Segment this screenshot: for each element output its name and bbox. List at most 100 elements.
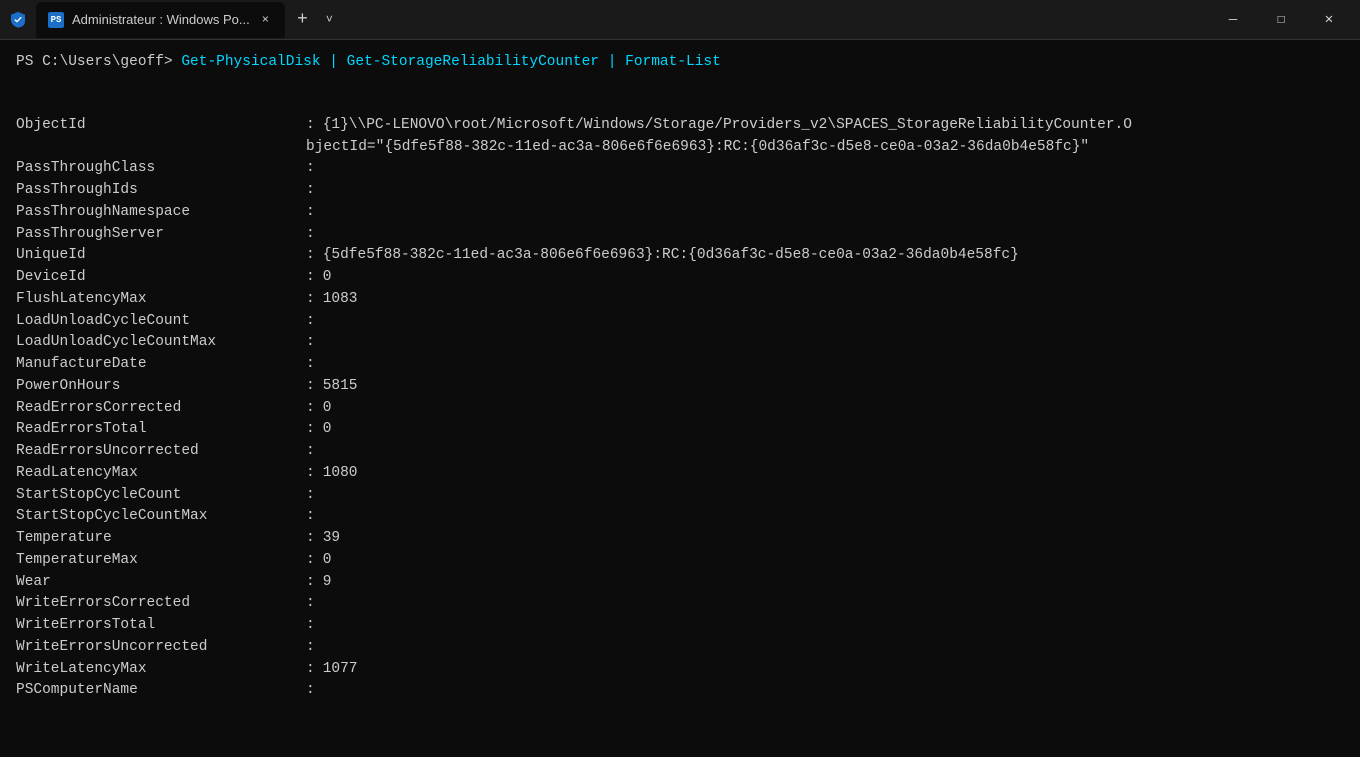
- field-colon: :: [306, 289, 315, 311]
- tab-close-button[interactable]: ×: [258, 11, 273, 29]
- field-value: {5dfe5f88-382c-11ed-ac3a-806e6f6e6963}:R…: [323, 245, 1019, 267]
- field-colon: :: [306, 637, 315, 659]
- active-tab[interactable]: PS Administrateur : Windows Po... ×: [36, 2, 285, 38]
- field-name: ReadLatencyMax: [16, 463, 306, 485]
- field-name: WriteErrorsCorrected: [16, 593, 306, 615]
- field-name: LoadUnloadCycleCountMax: [16, 332, 306, 354]
- field-colon: :: [306, 376, 315, 398]
- field-name: Wear: [16, 572, 306, 594]
- field-colon: :: [306, 202, 315, 224]
- table-row: WriteLatencyMax : 1077: [16, 659, 1344, 681]
- field-name: WriteErrorsUncorrected: [16, 637, 306, 659]
- field-colon: :: [306, 311, 315, 333]
- field-value: 9: [323, 572, 332, 594]
- field-name: ObjectId: [16, 115, 306, 137]
- table-row: Wear : 9: [16, 572, 1344, 594]
- table-row: FlushLatencyMax : 1083: [16, 289, 1344, 311]
- field-name: PSComputerName: [16, 680, 306, 702]
- field-name: DeviceId: [16, 267, 306, 289]
- field-name: StartStopCycleCountMax: [16, 506, 306, 528]
- blank-spacer: [16, 81, 1344, 103]
- field-colon: :: [306, 224, 315, 246]
- field-name: LoadUnloadCycleCount: [16, 311, 306, 333]
- field-name: ReadErrorsUncorrected: [16, 441, 306, 463]
- table-row: PowerOnHours : 5815: [16, 376, 1344, 398]
- terminal-body: PS C:\Users\geoff> Get-PhysicalDisk | Ge…: [0, 40, 1360, 757]
- field-name: TemperatureMax: [16, 550, 306, 572]
- table-row: UniqueId : {5dfe5f88-382c-11ed-ac3a-806e…: [16, 245, 1344, 267]
- field-colon: :: [306, 506, 315, 528]
- field-colon: :: [306, 615, 315, 637]
- tab-label: Administrateur : Windows Po...: [72, 12, 250, 27]
- field-colon: :: [306, 680, 315, 702]
- field-colon: :: [306, 528, 315, 550]
- table-row: LoadUnloadCycleCountMax :: [16, 332, 1344, 354]
- field-colon: :: [306, 245, 315, 267]
- field-value: 39: [323, 528, 340, 550]
- field-name: FlushLatencyMax: [16, 289, 306, 311]
- field-name: StartStopCycleCount: [16, 485, 306, 507]
- field-name: ManufactureDate: [16, 354, 306, 376]
- table-row: PassThroughClass :: [16, 158, 1344, 180]
- prompt-line: PS C:\Users\geoff> Get-PhysicalDisk | Ge…: [16, 52, 1344, 73]
- field-colon: :: [306, 354, 315, 376]
- field-value: {1}\\PC-LENOVO\root/Microsoft/Windows/St…: [323, 115, 1132, 137]
- field-value: 1077: [323, 659, 358, 681]
- field-value: 1083: [323, 289, 358, 311]
- command-text: Get-PhysicalDisk | Get-StorageReliabilit…: [181, 54, 721, 70]
- powershell-tab-icon: PS: [48, 12, 64, 28]
- field-colon: :: [306, 659, 315, 681]
- field-name: PassThroughClass: [16, 158, 306, 180]
- table-row: StartStopCycleCountMax :: [16, 506, 1344, 528]
- field-colon: :: [306, 485, 315, 507]
- field-value: 0: [323, 550, 332, 572]
- table-row: WriteErrorsCorrected :: [16, 593, 1344, 615]
- field-colon: :: [306, 267, 315, 289]
- field-colon: :: [306, 463, 315, 485]
- field-colon: :: [306, 158, 315, 180]
- dropdown-button[interactable]: ˅: [320, 9, 339, 31]
- field-colon: :: [306, 419, 315, 441]
- tab-area: PS Administrateur : Windows Po... × + ˅: [36, 2, 1202, 38]
- field-name: PassThroughServer: [16, 224, 306, 246]
- table-row: LoadUnloadCycleCount :: [16, 311, 1344, 333]
- table-row: ReadErrorsCorrected : 0: [16, 398, 1344, 420]
- table-row: ManufactureDate :: [16, 354, 1344, 376]
- field-name: PassThroughNamespace: [16, 202, 306, 224]
- table-row: TemperatureMax : 0: [16, 550, 1344, 572]
- table-row: StartStopCycleCount :: [16, 485, 1344, 507]
- table-row: PassThroughNamespace :: [16, 202, 1344, 224]
- table-row: ReadLatencyMax : 1080: [16, 463, 1344, 485]
- table-row: DeviceId : 0: [16, 267, 1344, 289]
- table-row: WriteErrorsTotal :: [16, 615, 1344, 637]
- field-continuation: bjectId="{5dfe5f88-382c-11ed-ac3a-806e6f…: [16, 137, 1344, 159]
- field-name: WriteLatencyMax: [16, 659, 306, 681]
- table-row: Temperature : 39: [16, 528, 1344, 550]
- field-name: ReadErrorsTotal: [16, 419, 306, 441]
- field-name: UniqueId: [16, 245, 306, 267]
- table-row: WriteErrorsUncorrected :: [16, 637, 1344, 659]
- window-controls: — ☐ ✕: [1210, 4, 1352, 36]
- field-colon: :: [306, 441, 315, 463]
- minimize-button[interactable]: —: [1210, 4, 1256, 36]
- table-row: ReadErrorsTotal : 0: [16, 419, 1344, 441]
- table-row: PassThroughServer :: [16, 224, 1344, 246]
- close-button[interactable]: ✕: [1306, 4, 1352, 36]
- field-colon: :: [306, 332, 315, 354]
- field-name: PassThroughIds: [16, 180, 306, 202]
- field-value: 1080: [323, 463, 358, 485]
- field-value: 0: [323, 267, 332, 289]
- field-value: 5815: [323, 376, 358, 398]
- field-name: PowerOnHours: [16, 376, 306, 398]
- maximize-button[interactable]: ☐: [1258, 4, 1304, 36]
- new-tab-button[interactable]: +: [289, 6, 316, 34]
- field-colon: :: [306, 572, 315, 594]
- field-colon: :: [306, 398, 315, 420]
- field-colon: :: [306, 115, 315, 137]
- field-name: ReadErrorsCorrected: [16, 398, 306, 420]
- table-row: ReadErrorsUncorrected :: [16, 441, 1344, 463]
- table-row: PassThroughIds :: [16, 180, 1344, 202]
- field-name: Temperature: [16, 528, 306, 550]
- title-bar: PS Administrateur : Windows Po... × + ˅ …: [0, 0, 1360, 40]
- field-colon: :: [306, 550, 315, 572]
